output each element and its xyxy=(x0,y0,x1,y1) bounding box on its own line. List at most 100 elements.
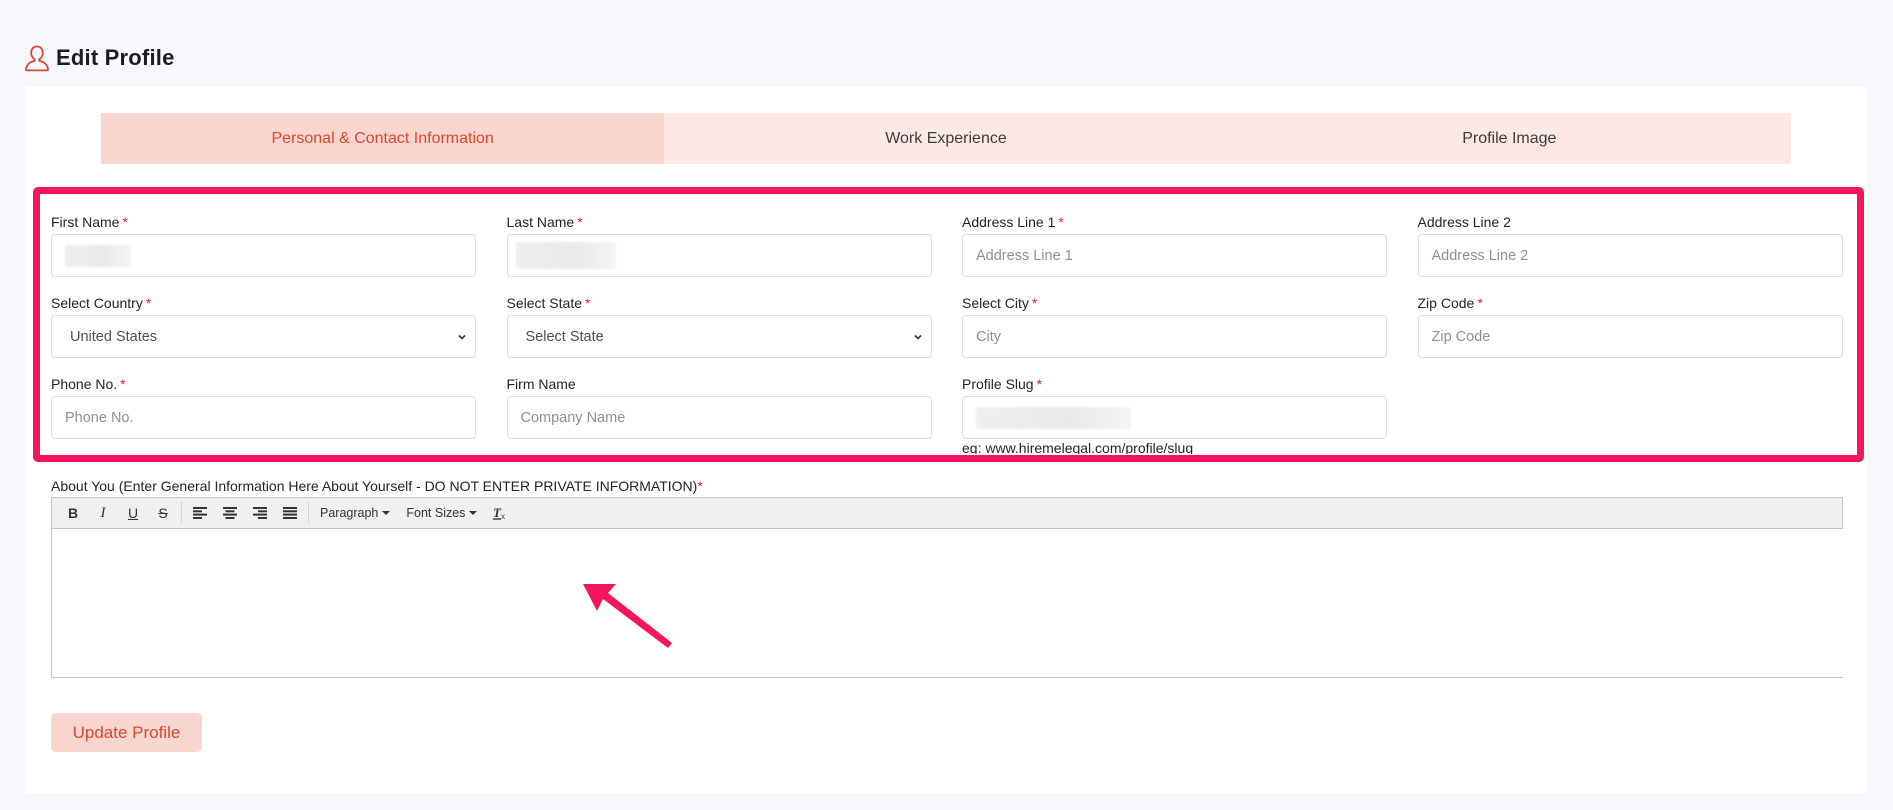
zip-code-input[interactable]: Zip Code xyxy=(1417,315,1843,358)
chevron-down-icon xyxy=(913,334,922,340)
profile-slug-input[interactable] xyxy=(962,396,1387,439)
empty-cell xyxy=(1418,374,1843,455)
underline-icon: U xyxy=(127,505,139,521)
first-name-field: First Name * xyxy=(51,212,476,293)
paragraph-label: Paragraph xyxy=(320,506,379,520)
first-name-label: First Name * xyxy=(51,212,476,232)
align-justify-icon xyxy=(283,507,297,519)
required-marker: * xyxy=(1031,295,1038,311)
firm-name-field: Firm Name Company Name xyxy=(506,374,932,455)
tab-profile-image[interactable]: Profile Image xyxy=(1228,113,1791,164)
paragraph-dropdown[interactable]: Paragraph xyxy=(312,500,398,526)
country-selected-value: United States xyxy=(70,328,158,345)
align-center-button[interactable] xyxy=(215,500,245,526)
about-you-label-text: About You (Enter General Information Her… xyxy=(51,478,698,494)
required-marker: * xyxy=(697,478,703,494)
country-select[interactable]: United States xyxy=(51,315,476,358)
clear-formatting-button[interactable]: T x xyxy=(485,500,515,526)
about-you-textarea[interactable] xyxy=(51,529,1843,678)
user-icon xyxy=(24,44,50,72)
editor-toolbar: B I U S Paragraph Font Sizes T x xyxy=(51,497,1843,529)
state-label-text: Select State xyxy=(506,295,583,311)
profile-slug-label-text: Profile Slug xyxy=(962,376,1034,392)
state-select[interactable]: Select State xyxy=(506,315,932,358)
state-selected-value: Select State xyxy=(525,328,604,345)
align-left-icon xyxy=(193,507,207,519)
address-line-1-field: Address Line 1 * Address Line 1 xyxy=(962,212,1387,293)
caret-down-icon xyxy=(469,511,478,515)
update-profile-button[interactable]: Update Profile xyxy=(51,713,202,752)
phone-field: Phone No. * Phone No. xyxy=(51,374,476,455)
firm-name-placeholder: Company Name xyxy=(520,409,626,426)
tab-personal-contact[interactable]: Personal & Contact Information xyxy=(101,113,665,164)
last-name-label: Last Name * xyxy=(507,212,932,232)
redacted-value xyxy=(976,406,1131,429)
tab-work-experience[interactable]: Work Experience xyxy=(664,113,1227,164)
address-line-2-field: Address Line 2 Address Line 2 xyxy=(1417,212,1843,293)
svg-text:x: x xyxy=(501,512,505,520)
address-line-2-label: Address Line 2 xyxy=(1417,214,1511,230)
zip-code-label: Zip Code * xyxy=(1418,293,1843,313)
city-field: Select City * City xyxy=(962,293,1387,374)
required-marker: * xyxy=(120,376,126,392)
state-label: Select State * xyxy=(507,293,932,313)
first-name-label-text: First Name xyxy=(51,214,120,230)
page-title: Edit Profile xyxy=(56,45,175,70)
redacted-value xyxy=(65,244,131,267)
align-left-button[interactable] xyxy=(185,500,215,526)
align-right-button[interactable] xyxy=(245,500,275,526)
firm-name-label: Firm Name xyxy=(506,376,576,392)
firm-name-input[interactable]: Company Name xyxy=(506,396,932,439)
toolbar-divider xyxy=(181,502,182,524)
last-name-field: Last Name * xyxy=(506,212,932,293)
first-name-input[interactable] xyxy=(51,234,476,277)
chevron-down-icon xyxy=(458,334,466,340)
state-field: Select State * Select State xyxy=(506,293,932,374)
italic-button[interactable]: I xyxy=(88,500,118,526)
align-center-icon xyxy=(223,507,237,519)
phone-label-text: Phone No. xyxy=(51,376,118,392)
city-placeholder: City xyxy=(976,328,1001,345)
toolbar-divider xyxy=(308,502,309,524)
address-line-2-input[interactable]: Address Line 2 xyxy=(1417,234,1843,277)
clear-formatting-icon: T x xyxy=(493,506,505,520)
caret-down-icon xyxy=(382,511,391,515)
city-input[interactable]: City xyxy=(962,315,1387,358)
strikethrough-button[interactable]: S xyxy=(148,500,178,526)
city-label: Select City * xyxy=(962,293,1387,313)
city-label-text: Select City xyxy=(962,295,1029,311)
align-justify-button[interactable] xyxy=(275,500,305,526)
about-you-label: About You (Enter General Information Her… xyxy=(51,478,703,494)
required-marker: * xyxy=(1477,295,1483,311)
required-marker: * xyxy=(145,295,152,311)
zip-code-field: Zip Code * Zip Code xyxy=(1417,293,1843,374)
address-line-2-placeholder: Address Line 2 xyxy=(1431,247,1529,264)
contact-form: First Name * Last Name * Address Line 1 * A… xyxy=(51,212,1843,455)
font-sizes-dropdown[interactable]: Font Sizes xyxy=(398,500,485,526)
phone-placeholder: Phone No. xyxy=(65,409,134,426)
required-marker: * xyxy=(577,214,583,230)
country-label: Select Country * xyxy=(51,293,476,313)
address-line-1-input[interactable]: Address Line 1 xyxy=(962,234,1387,277)
required-marker: * xyxy=(1036,376,1043,392)
italic-icon: I xyxy=(100,504,106,521)
profile-slug-label: Profile Slug * xyxy=(962,374,1387,394)
last-name-input[interactable] xyxy=(506,234,932,277)
underline-button[interactable]: U xyxy=(118,500,148,526)
page-header: Edit Profile xyxy=(24,44,175,72)
required-marker: * xyxy=(1058,214,1064,230)
country-field: Select Country * United States xyxy=(51,293,476,374)
phone-label: Phone No. * xyxy=(51,374,476,394)
required-marker: * xyxy=(122,214,128,230)
align-right-icon xyxy=(253,507,267,519)
address-line-1-placeholder: Address Line 1 xyxy=(976,247,1073,264)
address-line-1-label: Address Line 1 * xyxy=(962,212,1387,232)
last-name-label-text: Last Name xyxy=(506,214,575,230)
zip-code-label-text: Zip Code xyxy=(1417,295,1475,311)
required-marker: * xyxy=(585,295,591,311)
bold-button[interactable]: B xyxy=(58,500,88,526)
strikethrough-icon: S xyxy=(158,505,168,521)
phone-input[interactable]: Phone No. xyxy=(51,396,476,439)
profile-slug-hint: eg: www.hiremelegal.com/profile/slug xyxy=(962,440,1194,454)
profile-tabs: Personal & Contact Information Work Expe… xyxy=(101,113,1791,164)
